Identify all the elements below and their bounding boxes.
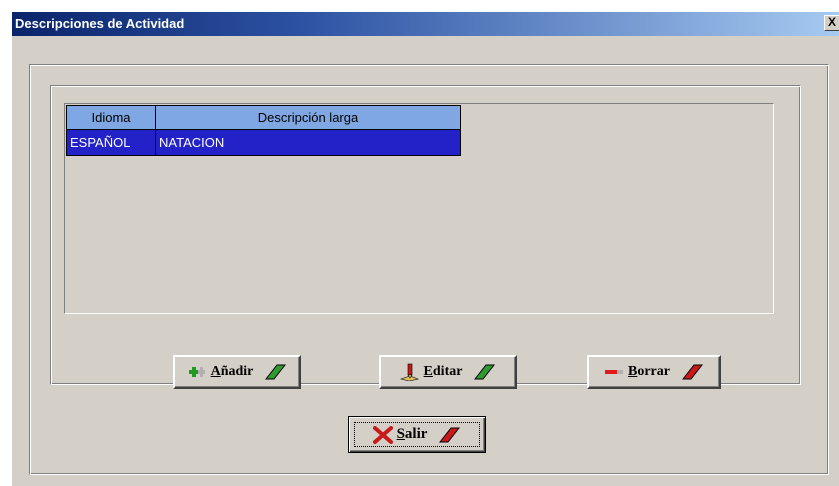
- green-plus-icon: [188, 367, 205, 377]
- column-header-descripcion[interactable]: Descripción larga: [155, 105, 461, 130]
- outer-group-box: Idioma Descripción larga ESPAÑOL NATACIO…: [29, 64, 829, 475]
- cell-idioma[interactable]: ESPAÑOL: [66, 129, 156, 156]
- edit-button-label: Editar: [423, 364, 463, 379]
- cell-descripcion[interactable]: NATACION: [155, 129, 461, 156]
- window-title: Descripciones de Actividad: [15, 16, 185, 31]
- red-slash-icon: [439, 427, 461, 442]
- add-button-label: Añadir: [210, 364, 254, 379]
- edit-pencil-icon: [399, 363, 419, 381]
- descriptions-table: Idioma Descripción larga ESPAÑOL NATACIO…: [66, 105, 461, 156]
- red-slash-icon: [681, 364, 704, 380]
- descriptions-group-box: Idioma Descripción larga ESPAÑOL NATACIO…: [50, 85, 801, 389]
- exit-button[interactable]: Salir: [348, 416, 486, 453]
- exit-button-label: Salir: [396, 426, 428, 442]
- red-x-icon: [372, 425, 393, 444]
- table-row[interactable]: ESPAÑOL NATACION: [66, 129, 461, 156]
- grid-header-row: Idioma Descripción larga: [66, 105, 461, 130]
- close-button[interactable]: X: [824, 15, 839, 31]
- column-header-idioma[interactable]: Idioma: [66, 105, 156, 130]
- dialog-window: Descripciones de Actividad X Idioma Desc…: [11, 11, 839, 486]
- delete-button-label: Borrar: [628, 364, 670, 379]
- descriptions-grid[interactable]: Idioma Descripción larga ESPAÑOL NATACIO…: [64, 103, 774, 314]
- green-slash-icon: [474, 364, 496, 380]
- green-slash-icon: [265, 364, 287, 380]
- close-icon: X: [827, 15, 836, 29]
- red-minus-icon: [605, 370, 623, 374]
- title-bar[interactable]: Descripciones de Actividad X: [12, 12, 839, 36]
- delete-button[interactable]: Borrar: [587, 355, 721, 389]
- edit-button[interactable]: Editar: [379, 355, 517, 389]
- add-button[interactable]: Añadir: [173, 355, 301, 389]
